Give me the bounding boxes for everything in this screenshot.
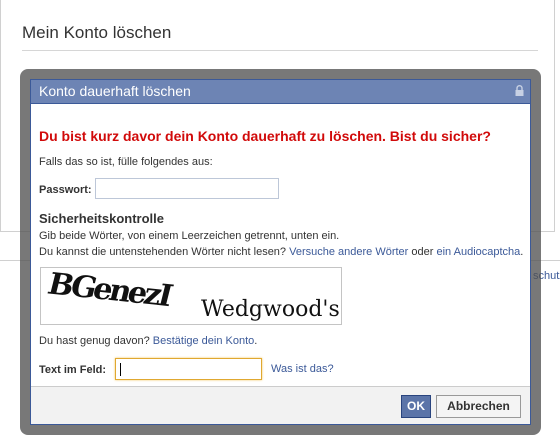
lock-icon	[515, 85, 524, 96]
security-help-line: Du kannst die untenstehenden Wörter nich…	[39, 246, 523, 258]
security-check-heading: Sicherheitskontrolle	[39, 211, 164, 226]
page-title: Mein Konto löschen	[22, 23, 172, 42]
captcha-text-input[interactable]	[115, 358, 262, 380]
title-divider	[22, 50, 538, 51]
password-label: Passwort:	[39, 184, 92, 196]
enough-text: Du hast genug davon?	[39, 335, 150, 347]
dialog-title: Konto dauerhaft löschen	[39, 83, 191, 99]
captcha-word-1: BGenezI	[44, 268, 175, 314]
text-caret	[120, 363, 121, 376]
password-input[interactable]	[95, 178, 279, 199]
warning-heading: Du bist kurz davor dein Konto dauerhaft …	[39, 128, 491, 144]
confirm-account-line: Du hast genug davon? Bestätige dein Kont…	[39, 335, 257, 347]
audio-captcha-link[interactable]: ein Audiocaptcha	[437, 246, 521, 258]
dialog-footer: OK Abbrechen	[31, 386, 530, 424]
security-help-text: Du kannst die untenstehenden Wörter nich…	[39, 246, 287, 258]
ok-button[interactable]: OK	[401, 395, 431, 418]
confirm-account-link[interactable]: Bestätige dein Konto	[153, 335, 255, 347]
dialog-header: Konto dauerhaft löschen	[31, 80, 530, 104]
dialog-overlay-frame: Konto dauerhaft löschen Du bist kurz dav…	[20, 69, 541, 435]
try-other-words-link[interactable]: Versuche andere Wörter	[289, 246, 408, 258]
what-is-this-link[interactable]: Was ist das?	[271, 363, 334, 375]
period-text: .	[520, 246, 524, 258]
or-text: oder	[411, 246, 434, 258]
text-field-label: Text im Feld:	[39, 364, 107, 376]
cancel-button[interactable]: Abbrechen	[436, 395, 521, 418]
captcha-word-2: Wedgwood's	[201, 297, 340, 322]
captcha-image: BGenezI Wedgwood's	[40, 267, 342, 325]
security-instruction: Gib beide Wörter, von einem Leerzeichen …	[39, 230, 340, 242]
period-text-2: .	[254, 335, 258, 347]
intro-text: Falls das so ist, fülle folgendes aus:	[39, 156, 213, 168]
delete-account-dialog: Konto dauerhaft löschen Du bist kurz dav…	[30, 79, 531, 425]
